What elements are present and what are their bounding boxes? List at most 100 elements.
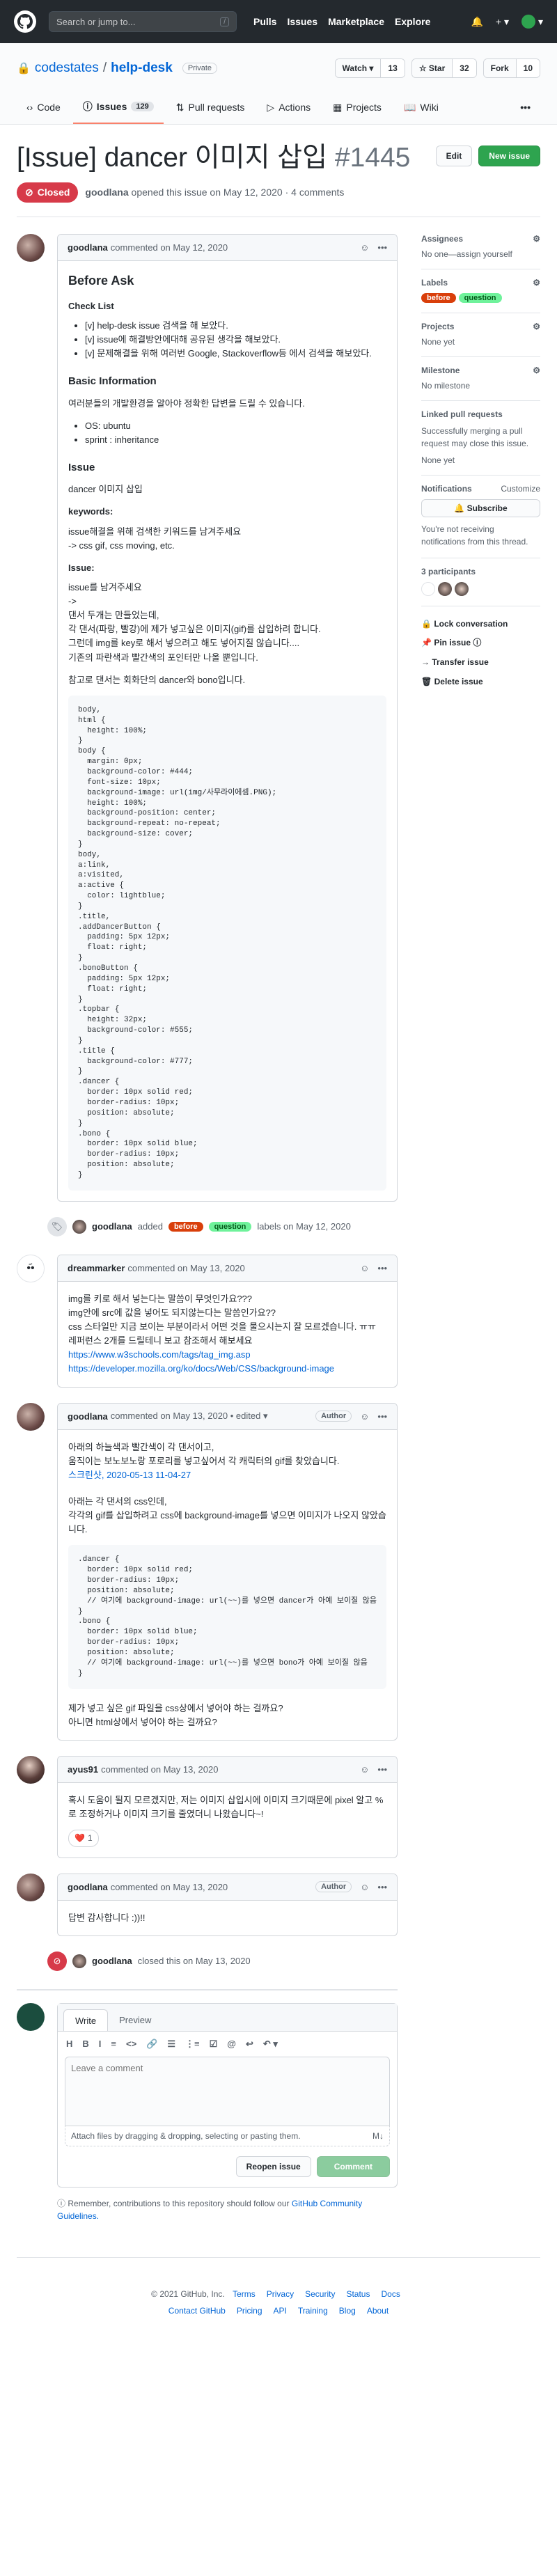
kebab-icon[interactable]: ••• — [377, 1263, 387, 1273]
watch-button[interactable]: Watch ▾ 13 — [334, 58, 405, 78]
avatar[interactable] — [17, 2002, 45, 2031]
reference-icon[interactable]: ↩ — [246, 2039, 253, 2050]
smiley-icon[interactable]: ☺ — [360, 1411, 369, 1422]
user-avatar[interactable]: ▾ — [521, 15, 543, 29]
search-input[interactable]: Search or jump to... / — [49, 11, 237, 32]
pin-issue[interactable]: 📌 Pin issue ⓘ — [421, 634, 540, 653]
fork-count[interactable]: 10 — [515, 59, 540, 77]
label-question[interactable]: question — [208, 1221, 252, 1232]
comment-input[interactable] — [65, 2056, 391, 2126]
avatar[interactable] — [17, 233, 45, 262]
footer-link[interactable]: Blog — [339, 2306, 356, 2316]
gear-icon[interactable]: ⚙ — [533, 234, 540, 244]
kebab-icon[interactable]: ••• — [377, 1764, 387, 1775]
footer-link[interactable]: Pricing — [237, 2306, 262, 2316]
transfer-issue[interactable]: → Transfer issue — [421, 653, 540, 673]
tab-preview[interactable]: Preview — [108, 2009, 162, 2031]
subscribe-button[interactable]: 🔔 Subscribe — [421, 498, 540, 517]
edit-button[interactable]: Edit — [435, 146, 473, 166]
repo-name-link[interactable]: help-desk — [111, 61, 173, 76]
avatar[interactable] — [421, 581, 436, 596]
quote-icon[interactable]: ≡ — [111, 2039, 116, 2050]
plus-icon[interactable]: + ▾ — [496, 16, 509, 28]
kebab-icon[interactable]: ••• — [377, 1882, 387, 1892]
comment-author[interactable]: goodlana — [68, 1411, 108, 1422]
bell-icon[interactable]: 🔔 — [471, 16, 483, 28]
reply-icon[interactable]: ↶ ▾ — [263, 2039, 278, 2050]
nav-issues[interactable]: Issues — [287, 16, 317, 27]
comment-time[interactable]: commented on May 13, 2020 — [127, 1263, 244, 1273]
footer-link[interactable]: Status — [346, 2289, 370, 2299]
comment-time[interactable]: commented on May 13, 2020 — [101, 1764, 218, 1775]
label-before[interactable]: before — [421, 292, 456, 303]
tabs-more[interactable]: ••• — [510, 91, 540, 124]
fork-button[interactable]: Fork 10 — [483, 58, 540, 78]
customize-link[interactable]: Customize — [501, 484, 540, 494]
reference-link[interactable]: https://developer.mozilla.org/ko/docs/We… — [68, 1363, 334, 1374]
tab-pull-requests[interactable]: ⇅ Pull requests — [166, 91, 255, 124]
tab-actions[interactable]: ▷ Actions — [257, 91, 320, 124]
numbered-list-icon[interactable]: ⋮≡ — [185, 2039, 200, 2050]
task-list-icon[interactable]: ☑ — [210, 2039, 218, 2050]
comment-time[interactable]: commented on May 13, 2020 • edited ▾ — [111, 1411, 268, 1422]
avatar[interactable]: •᷄• — [17, 1254, 45, 1282]
smiley-icon[interactable]: ☺ — [360, 1882, 369, 1892]
github-logo-icon[interactable] — [14, 10, 36, 33]
gear-icon[interactable]: ⚙ — [533, 366, 540, 375]
smiley-icon[interactable]: ☺ — [360, 1263, 369, 1273]
comment-time[interactable]: commented on May 12, 2020 — [111, 242, 228, 253]
footer-link[interactable]: Docs — [381, 2289, 400, 2299]
screenshot-link[interactable]: 스크린샷, 2020-05-13 11-04-27 — [68, 1470, 191, 1480]
link-icon[interactable]: 🔗 — [146, 2039, 157, 2050]
kebab-icon[interactable]: ••• — [377, 1411, 387, 1422]
footer-link[interactable]: Training — [298, 2306, 328, 2316]
avatar[interactable] — [455, 581, 469, 596]
lock-conversation[interactable]: 🔒 Lock conversation — [421, 615, 540, 634]
code-icon[interactable]: <> — [126, 2039, 136, 2050]
avatar[interactable] — [438, 581, 453, 596]
tab-issues[interactable]: ⓘ Issues 129 — [72, 91, 164, 124]
footer-link[interactable]: Security — [305, 2289, 335, 2299]
comment-time[interactable]: commented on May 13, 2020 — [111, 1882, 228, 1892]
italic-icon[interactable]: I — [99, 2039, 102, 2050]
comment-author[interactable]: goodlana — [68, 1882, 108, 1892]
reopen-issue-button[interactable]: Reopen issue — [235, 2155, 311, 2177]
footer-link[interactable]: About — [367, 2306, 389, 2316]
avatar[interactable] — [17, 1402, 45, 1431]
gear-icon[interactable]: ⚙ — [533, 322, 540, 331]
gear-icon[interactable]: ⚙ — [533, 278, 540, 288]
label-question[interactable]: question — [458, 292, 502, 303]
avatar[interactable] — [17, 1755, 45, 1784]
reference-link[interactable]: https://www.w3schools.com/tags/tag_img.a… — [68, 1349, 251, 1360]
avatar[interactable] — [17, 1873, 45, 1901]
star-button[interactable]: ☆ Star 32 — [411, 58, 477, 78]
nav-marketplace[interactable]: Marketplace — [328, 16, 384, 27]
label-before[interactable]: before — [168, 1221, 203, 1232]
footer-link[interactable]: API — [274, 2306, 287, 2316]
issue-author[interactable]: goodlana — [85, 187, 128, 198]
comment-author[interactable]: ayus91 — [68, 1764, 98, 1775]
star-count[interactable]: 32 — [452, 59, 476, 77]
nav-pulls[interactable]: Pulls — [253, 16, 276, 27]
tab-code[interactable]: ‹› Code — [17, 91, 70, 124]
bulleted-list-icon[interactable]: ☰ — [167, 2039, 175, 2050]
comment-author[interactable]: goodlana — [68, 242, 108, 253]
footer-link[interactable]: Terms — [233, 2289, 256, 2299]
nav-explore[interactable]: Explore — [395, 16, 430, 27]
avatar[interactable] — [72, 1954, 86, 1968]
repo-owner-link[interactable]: codestates — [35, 61, 99, 76]
footer-link[interactable]: Contact GitHub — [168, 2306, 226, 2316]
mention-icon[interactable]: @ — [227, 2039, 236, 2050]
watch-count[interactable]: 13 — [380, 59, 405, 77]
footer-link[interactable]: Privacy — [267, 2289, 294, 2299]
heading-icon[interactable]: H — [66, 2039, 72, 2050]
comment-button[interactable]: Comment — [316, 2155, 391, 2177]
bold-icon[interactable]: B — [82, 2039, 88, 2050]
tab-wiki[interactable]: 📖 Wiki — [394, 91, 448, 124]
delete-issue[interactable]: 🗑 Delete issue — [421, 673, 540, 692]
comment-author[interactable]: dreammarker — [68, 1263, 125, 1273]
smiley-icon[interactable]: ☺ — [360, 1764, 369, 1775]
kebab-icon[interactable]: ••• — [377, 242, 387, 253]
reaction-button[interactable]: ❤️ 1 — [68, 1830, 99, 1847]
avatar[interactable] — [72, 1219, 86, 1234]
